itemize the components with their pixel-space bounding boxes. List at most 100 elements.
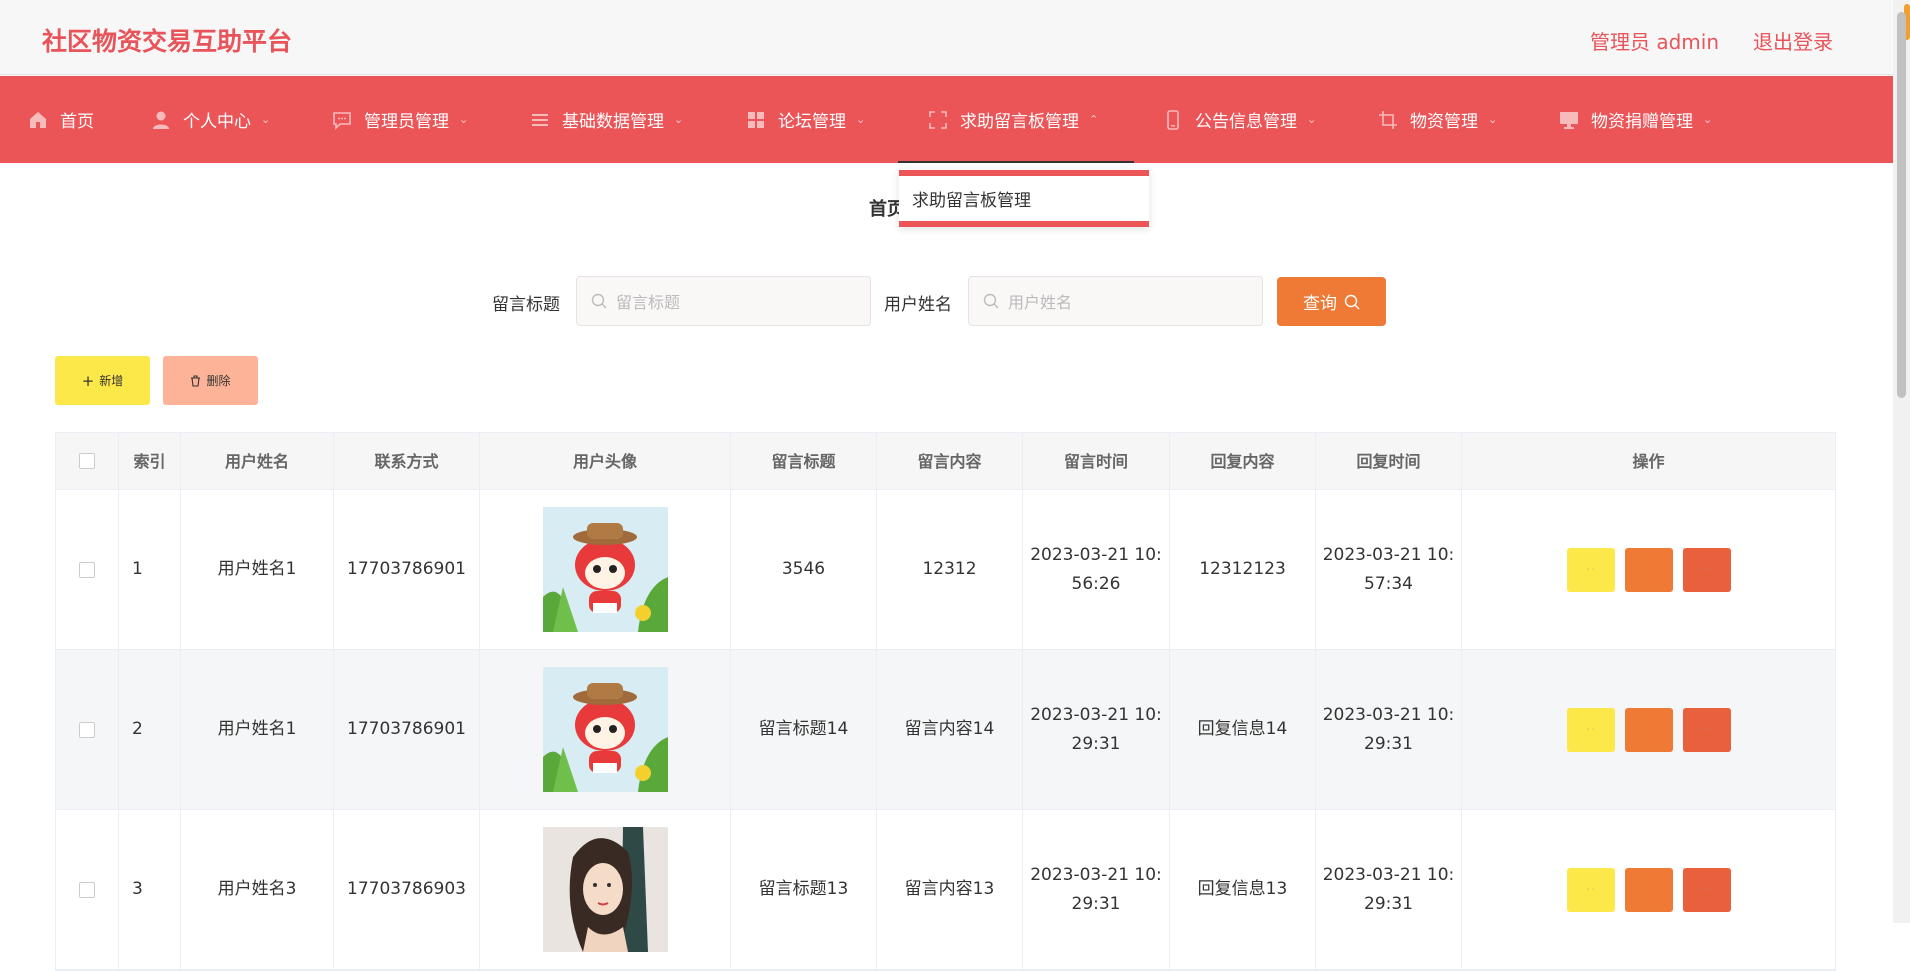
- row-delete-button[interactable]: · ·: [1682, 867, 1731, 912]
- column-header: 联系方式: [334, 433, 480, 489]
- row-delete-button[interactable]: · ·: [1682, 707, 1731, 752]
- nav-item-profile[interactable]: 个人中心 ⌄: [151, 76, 270, 163]
- row-checkbox[interactable]: [79, 561, 95, 578]
- message-time-clock: 29:31: [1071, 893, 1121, 914]
- add-label: 新增: [99, 374, 124, 388]
- title-search-placeholder: 留言标题: [616, 293, 681, 312]
- name-search-placeholder: 用户姓名: [1008, 293, 1073, 312]
- dropdown-item-help-board[interactable]: 求助留言板管理: [899, 170, 1149, 227]
- reply-time-clock: 57:34: [1364, 573, 1413, 594]
- nav-label: 首页: [60, 112, 94, 132]
- detail-button[interactable]: · ·: [1624, 547, 1673, 592]
- column-header: 回复时间: [1316, 433, 1462, 489]
- detail-button[interactable]: · ·: [1624, 707, 1673, 752]
- reply-time-clock: 29:31: [1364, 893, 1413, 914]
- avatar: [542, 507, 668, 632]
- reply-time-cell: 2023-03-21 10: 29:31: [1316, 650, 1462, 809]
- message-table: 索引 用户姓名 联系方式 用户头像 留言标题 留言内容 留言时间 回复内容 回复…: [55, 432, 1836, 971]
- avatar-cell: [480, 490, 731, 649]
- column-header: 用户姓名: [181, 433, 334, 489]
- row-delete-button[interactable]: · ·: [1682, 547, 1731, 592]
- actions-cell: · · · · · ·: [1462, 490, 1835, 649]
- nav-item-help-board[interactable]: 求助留言板管理 ⌃: [897, 76, 1135, 163]
- avatar-cell: [480, 810, 731, 969]
- nav-label: 基础数据管理: [562, 112, 664, 132]
- search-icon: [1344, 294, 1360, 309]
- chat-icon: [332, 110, 352, 130]
- grid-icon: [746, 110, 766, 130]
- list-icon: [530, 110, 550, 130]
- edit-button[interactable]: · ·: [1566, 707, 1615, 752]
- nav-label: 公告信息管理: [1195, 112, 1297, 132]
- nav-item-admin[interactable]: 管理员管理 ⌄: [332, 76, 468, 163]
- add-button[interactable]: + 新增: [55, 356, 150, 405]
- message-time-clock: 29:31: [1071, 733, 1121, 754]
- reply-time-date: 2023-03-21 10:: [1322, 864, 1455, 885]
- column-header: 索引: [119, 433, 181, 489]
- column-header: 回复内容: [1170, 433, 1316, 489]
- page-scrollbar[interactable]: [1893, 0, 1910, 923]
- reply-time-date: 2023-03-21 10:: [1322, 544, 1455, 565]
- row-checkbox[interactable]: [79, 881, 95, 898]
- scrollbar-thumb[interactable]: [1897, 12, 1906, 398]
- row-select-cell: [56, 650, 119, 809]
- logout-link[interactable]: 退出登录: [1753, 26, 1833, 55]
- nav-item-notice[interactable]: 公告信息管理 ⌄: [1163, 76, 1316, 163]
- edit-button[interactable]: · ·: [1566, 867, 1615, 912]
- detail-button[interactable]: · ·: [1624, 867, 1673, 912]
- reply-time-clock: 29:31: [1364, 733, 1413, 754]
- reply-time-cell: 2023-03-21 10: 29:31: [1316, 810, 1462, 969]
- reply-time-date: 2023-03-21 10:: [1322, 704, 1455, 725]
- content-cell: 12312: [877, 490, 1023, 649]
- message-time-date: 2023-03-21 10:: [1030, 704, 1162, 725]
- column-header: 操作: [1632, 451, 1665, 471]
- nav-item-basic-data[interactable]: 基础数据管理 ⌄: [530, 76, 683, 163]
- search-icon: [591, 293, 607, 309]
- avatar-cell: [480, 650, 731, 809]
- user-name-cell: 用户姓名1: [181, 490, 334, 649]
- row-select-cell: [56, 810, 119, 969]
- message-time-cell: 2023-03-21 10: 56:26: [1023, 490, 1170, 649]
- home-icon: [28, 110, 48, 130]
- delete-button[interactable]: 删除: [163, 356, 258, 405]
- chevron-down-icon: ⌄: [459, 113, 469, 126]
- chevron-down-icon: ⌄: [1307, 113, 1317, 126]
- user-name-cell: 用户姓名1: [181, 650, 334, 809]
- message-time-date: 2023-03-21 10:: [1030, 544, 1162, 565]
- index-cell: 3: [119, 810, 181, 969]
- nav-item-materials[interactable]: 物资管理 ⌄: [1378, 76, 1497, 163]
- main-nav: 首页 个人中心 ⌄ 管理员管理 ⌄ 基础数据管理 ⌄ 论坛管理 ⌄ 求助留言板管…: [0, 76, 1893, 163]
- nav-label: 物资捐赠管理: [1591, 112, 1693, 132]
- chevron-down-icon: ⌄: [1703, 113, 1713, 126]
- column-header: 用户头像: [480, 433, 731, 489]
- column-header: 留言标题: [731, 433, 877, 489]
- row-checkbox[interactable]: [79, 721, 95, 738]
- phone-cell: 17703786903: [334, 810, 480, 969]
- reply-cell: 回复信息14: [1170, 650, 1316, 809]
- column-header: 留言时间: [1023, 433, 1170, 489]
- user-icon: [151, 110, 171, 130]
- table-row: 1 用户姓名1 17703786901 3546 12312 2023-03-2…: [56, 490, 1835, 650]
- query-button[interactable]: 查询: [1277, 277, 1386, 326]
- message-time-cell: 2023-03-21 10: 29:31: [1023, 810, 1170, 969]
- select-all-checkbox[interactable]: [79, 453, 95, 469]
- title-search-input[interactable]: 留言标题: [576, 276, 871, 326]
- table-header-row: 索引 用户姓名 联系方式 用户头像 留言标题 留言内容 留言时间 回复内容 回复…: [56, 433, 1835, 490]
- title-cell: 留言标题13: [731, 810, 877, 969]
- name-search-input[interactable]: 用户姓名: [968, 276, 1263, 326]
- trash-icon: [191, 374, 201, 387]
- nav-item-forum[interactable]: 论坛管理 ⌄: [746, 76, 865, 163]
- chevron-down-icon: ⌄: [674, 113, 684, 126]
- reply-cell: 回复信息13: [1170, 810, 1316, 969]
- reply-time-cell: 2023-03-21 10: 57:34: [1316, 490, 1462, 649]
- nav-item-home[interactable]: 首页: [28, 76, 94, 163]
- nav-item-donation[interactable]: 物资捐赠管理 ⌄: [1559, 76, 1712, 163]
- user-name-cell: 用户姓名3: [181, 810, 334, 969]
- avatar: [542, 827, 668, 952]
- table-row: 3 用户姓名3 17703786903 留言标题13 留言内容13 2023-0…: [56, 810, 1835, 970]
- title-cell: 3546: [731, 490, 877, 649]
- monitor-icon: [1559, 110, 1579, 130]
- title-cell: 留言标题14: [731, 650, 877, 809]
- edit-button[interactable]: · ·: [1566, 547, 1615, 592]
- nav-label: 管理员管理: [364, 112, 449, 132]
